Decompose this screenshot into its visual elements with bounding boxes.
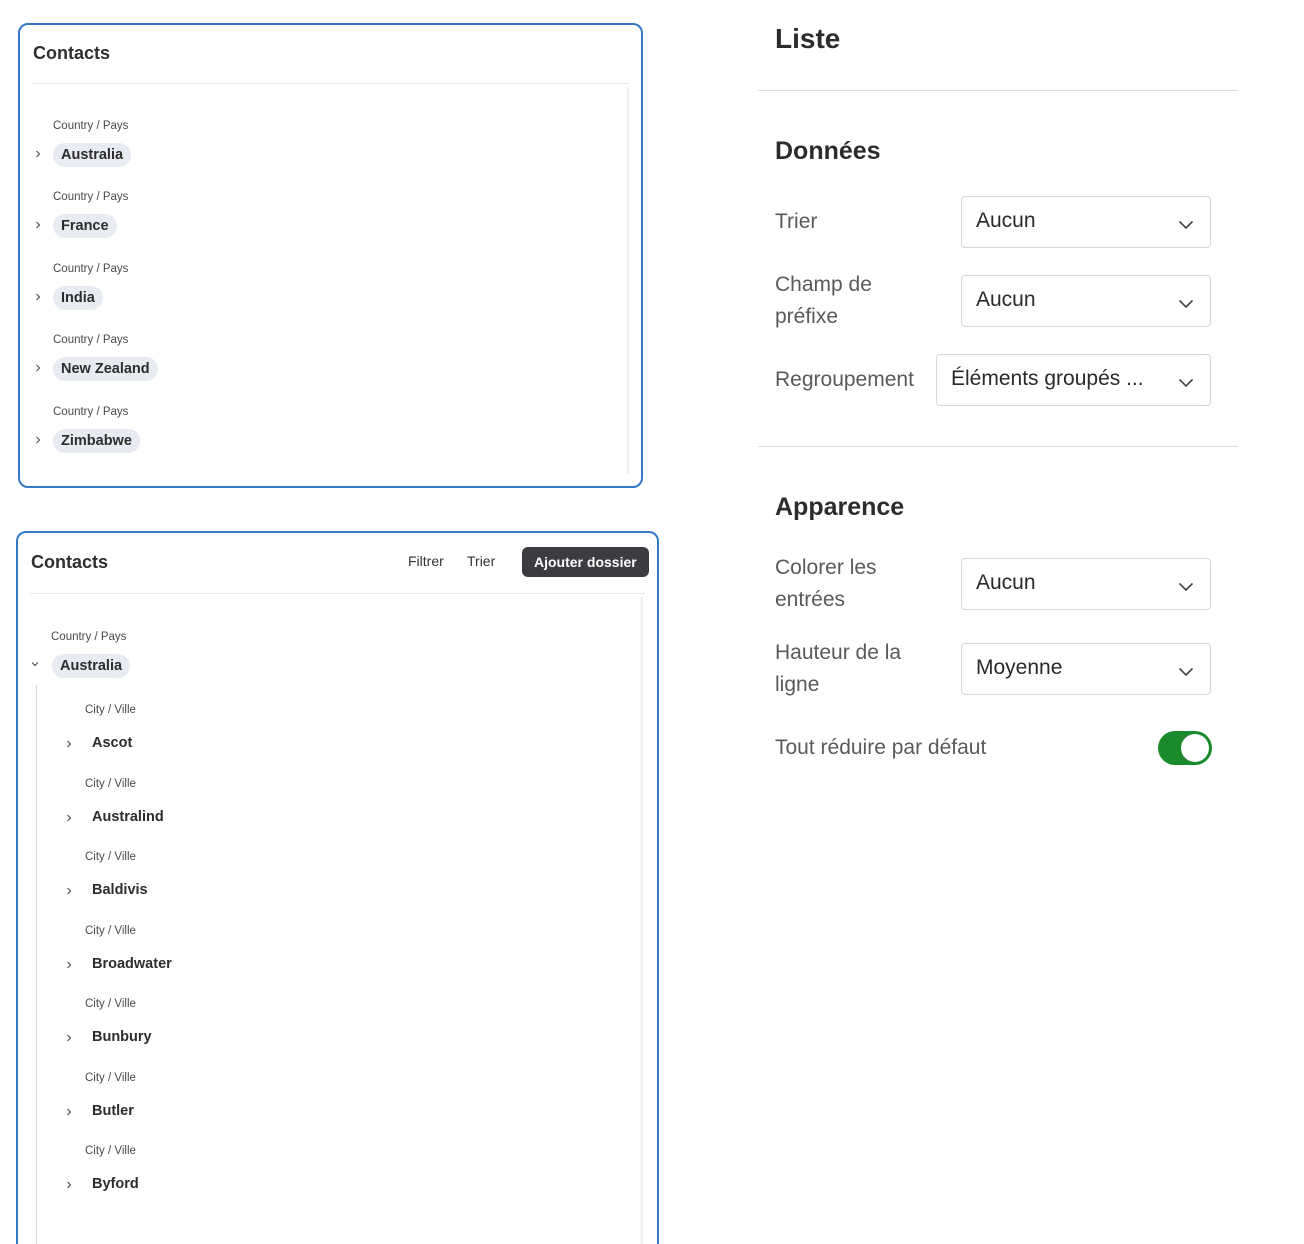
- chevron-down-icon: [1178, 217, 1194, 235]
- prefix-field-label: Champ de préfixe: [775, 269, 872, 333]
- collapse-all-toggle[interactable]: [1158, 731, 1212, 765]
- group-label: City / Ville: [85, 1072, 136, 1084]
- divider: [758, 446, 1238, 447]
- group-label: City / Ville: [85, 925, 136, 937]
- group-label: Country / Pays: [53, 406, 129, 418]
- scroll-edge: [640, 597, 643, 1244]
- group-label: Country / Pays: [51, 631, 127, 643]
- sort-select[interactable]: Aucun: [961, 196, 1211, 248]
- color-entries-label: Colorer les entrées: [775, 552, 877, 616]
- chevron-right-icon[interactable]: [65, 1108, 73, 1116]
- label-line: préfixe: [775, 305, 839, 328]
- city-name[interactable]: Bunbury: [92, 1029, 152, 1045]
- label-line: ligne: [775, 673, 820, 696]
- divider: [758, 90, 1238, 91]
- section-title-appearance: Apparence: [775, 493, 905, 521]
- panel-title: Liste: [775, 23, 841, 54]
- group-value-pill[interactable]: India: [53, 286, 103, 310]
- chevron-down-icon: [1178, 296, 1194, 314]
- chevron-right-icon[interactable]: [34, 150, 42, 158]
- chevron-down-icon: [1178, 579, 1194, 597]
- prefix-field-select[interactable]: Aucun: [961, 275, 1211, 327]
- select-value: Moyenne: [976, 656, 1063, 679]
- label-line: Hauteur de la: [775, 641, 902, 664]
- label-line: Colorer les: [775, 556, 877, 579]
- grouping-label: Regroupement: [775, 368, 914, 391]
- city-name[interactable]: Baldivis: [92, 882, 148, 898]
- group-label: City / Ville: [85, 998, 136, 1010]
- select-value: Aucun: [976, 571, 1036, 594]
- group-label: City / Ville: [85, 1145, 136, 1157]
- label-line: Champ de: [775, 273, 872, 296]
- city-name[interactable]: Broadwater: [92, 956, 172, 972]
- chevron-right-icon[interactable]: [65, 814, 73, 822]
- chevron-right-icon[interactable]: [34, 436, 42, 444]
- contacts-card-collapsed: Contacts Country / Pays Australia Countr…: [18, 23, 643, 488]
- grouping-select[interactable]: Éléments groupés ...: [936, 354, 1211, 406]
- group-value-pill[interactable]: Australia: [52, 654, 131, 678]
- group-label: City / Ville: [85, 778, 136, 790]
- group-value-pill[interactable]: Zimbabwe: [53, 429, 140, 453]
- sort-label: Trier: [775, 210, 818, 233]
- city-name[interactable]: Australind: [92, 809, 164, 825]
- chevron-right-icon[interactable]: [34, 293, 42, 301]
- collapse-all-label: Tout réduire par défaut: [775, 736, 987, 759]
- select-value: Aucun: [976, 288, 1036, 311]
- group-value-pill[interactable]: Australia: [53, 143, 132, 167]
- group-value-pill[interactable]: New Zealand: [53, 357, 158, 381]
- toggle-knob: [1181, 734, 1209, 762]
- group-label: Country / Pays: [53, 334, 129, 346]
- chevron-down-icon[interactable]: [31, 660, 39, 668]
- select-value: Éléments groupés ...: [951, 367, 1144, 390]
- divider: [32, 83, 629, 84]
- scroll-edge: [626, 87, 629, 474]
- divider: [30, 593, 645, 594]
- group-label: City / Ville: [85, 704, 136, 716]
- color-entries-select[interactable]: Aucun: [961, 558, 1211, 610]
- tree-guide-line: [36, 685, 37, 1244]
- label-line: entrées: [775, 588, 846, 611]
- city-name[interactable]: Byford: [92, 1176, 139, 1192]
- chevron-right-icon[interactable]: [65, 887, 73, 895]
- card-title: Contacts: [33, 43, 111, 63]
- chevron-right-icon[interactable]: [65, 1034, 73, 1042]
- group-label: Country / Pays: [53, 120, 129, 132]
- city-name[interactable]: Butler: [92, 1103, 134, 1119]
- chevron-right-icon[interactable]: [65, 961, 73, 969]
- group-value-pill[interactable]: France: [53, 214, 117, 238]
- chevron-down-icon: [1178, 664, 1194, 682]
- chevron-right-icon[interactable]: [65, 1181, 73, 1189]
- chevron-down-icon: [1178, 375, 1194, 393]
- row-height-label: Hauteur de la ligne: [775, 637, 901, 701]
- chevron-right-icon[interactable]: [65, 740, 73, 748]
- group-label: Country / Pays: [53, 191, 129, 203]
- row-height-select[interactable]: Moyenne: [961, 643, 1211, 695]
- select-value: Aucun: [976, 209, 1036, 232]
- add-folder-button[interactable]: Ajouter dossier: [522, 547, 649, 577]
- filter-button[interactable]: Filtrer: [408, 553, 444, 569]
- city-name[interactable]: Ascot: [92, 735, 132, 751]
- group-label: City / Ville: [85, 851, 136, 863]
- sort-button[interactable]: Trier: [467, 553, 495, 569]
- chevron-right-icon[interactable]: [34, 221, 42, 229]
- section-title-data: Données: [775, 137, 881, 165]
- group-label: Country / Pays: [53, 263, 129, 275]
- contacts-card-expanded: Contacts Filtrer Trier Ajouter dossier C…: [16, 531, 659, 1244]
- card-title: Contacts: [31, 552, 109, 572]
- chevron-right-icon[interactable]: [34, 364, 42, 372]
